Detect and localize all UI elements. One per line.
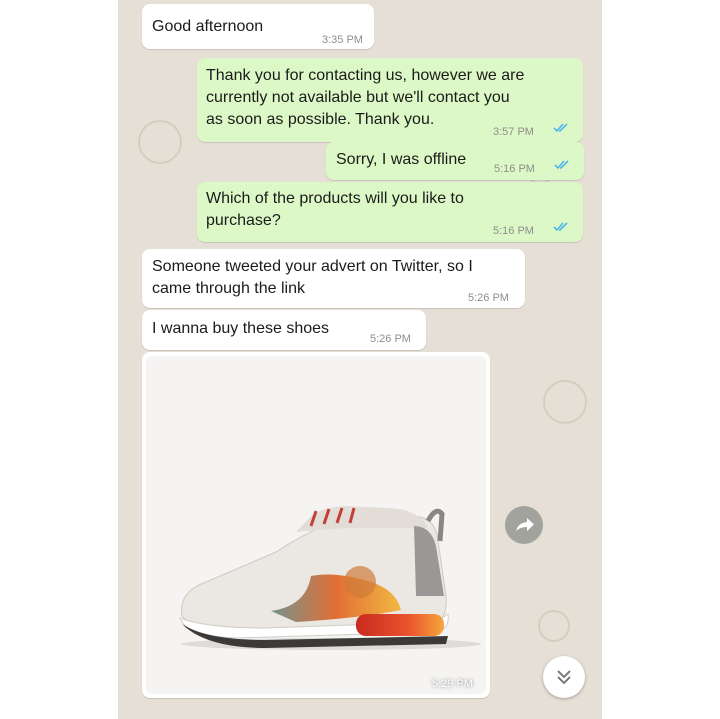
double-check-icon	[553, 123, 568, 133]
message-time: 5:26 PM	[468, 292, 509, 304]
incoming-message[interactable]: I wanna buy these shoes 5:26 PM	[142, 310, 426, 350]
message-time: 3:35 PM	[322, 34, 363, 46]
wallpaper-doodle	[138, 120, 182, 164]
message-text: Someone tweeted your advert on Twitter, …	[152, 258, 473, 275]
incoming-message[interactable]: Good afternoon 3:35 PM	[142, 4, 374, 49]
wallpaper-doodle	[538, 610, 570, 642]
forward-button[interactable]	[505, 506, 543, 544]
message-text: came through the link	[152, 280, 305, 297]
double-check-icon	[554, 160, 569, 170]
outgoing-message[interactable]: Sorry, I was offline 5:16 PM	[326, 142, 584, 180]
image-message[interactable]: 5:29 PM	[142, 352, 490, 698]
image-time: 5:29 PM	[432, 678, 473, 690]
message-text: Good afternoon	[152, 18, 264, 35]
shared-image[interactable]: 5:29 PM	[146, 356, 486, 694]
message-time: 5:16 PM	[493, 225, 534, 237]
sneaker-image	[179, 506, 481, 650]
incoming-message[interactable]: Someone tweeted your advert on Twitter, …	[142, 249, 525, 308]
scroll-to-bottom-button[interactable]	[543, 656, 585, 698]
wallpaper-doodle	[543, 380, 587, 424]
double-check-icon	[553, 222, 568, 232]
message-text: as soon as possible. Thank you.	[206, 111, 435, 128]
message-text: Sorry, I was offline	[336, 151, 467, 168]
message-time: 5:16 PM	[494, 163, 535, 175]
message-text: Thank you for contacting us, however we …	[206, 67, 525, 84]
outgoing-message[interactable]: Which of the products will you like to p…	[197, 182, 583, 242]
message-text: currently not available but we'll contac…	[206, 89, 510, 106]
message-time: 3:57 PM	[493, 126, 534, 138]
message-text: purchase?	[206, 212, 281, 229]
double-chevron-down-icon	[557, 670, 571, 685]
chat-panel: Good afternoon 3:35 PM Thank you for con…	[118, 0, 602, 719]
outgoing-message[interactable]: Thank you for contacting us, however we …	[197, 58, 583, 142]
message-text: Which of the products will you like to	[206, 190, 464, 207]
forward-arrow-icon	[516, 518, 534, 531]
message-time: 5:26 PM	[370, 333, 411, 345]
message-text: I wanna buy these shoes	[152, 320, 330, 337]
